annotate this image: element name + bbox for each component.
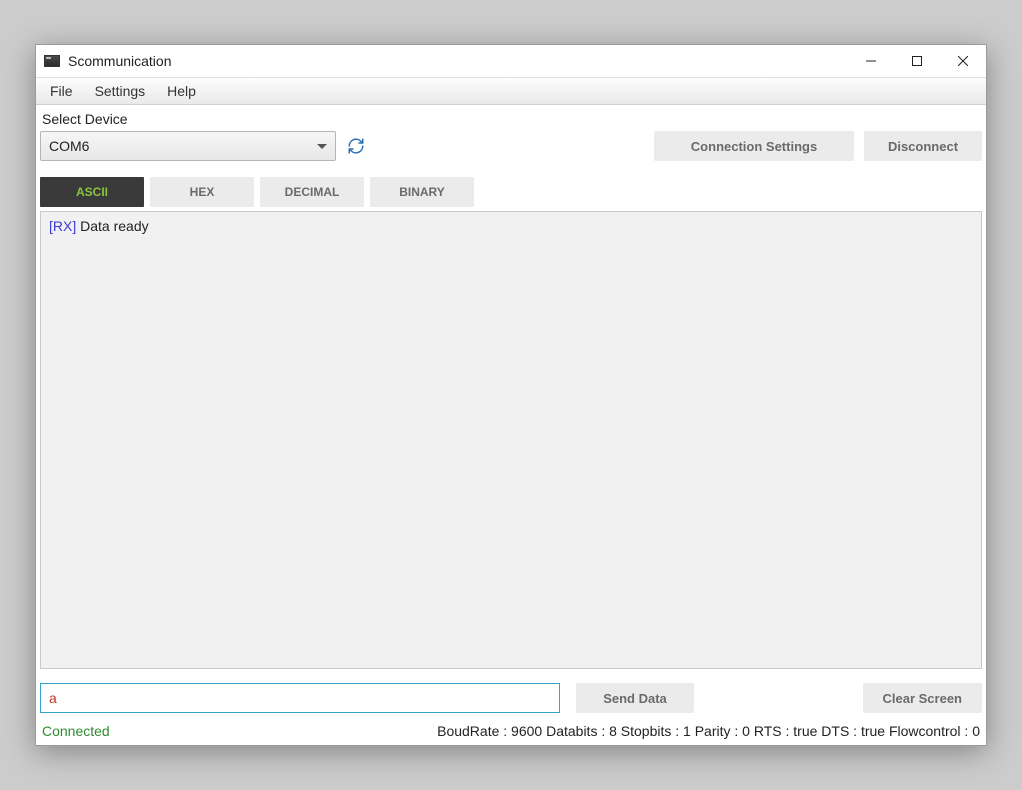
maximize-button[interactable]	[894, 45, 940, 77]
select-device-label: Select Device	[40, 109, 982, 131]
connection-detail: BoudRate : 9600 Databits : 8 Stopbits : …	[437, 723, 980, 739]
rx-tag: [RX]	[49, 218, 76, 234]
titlebar: Scommunication	[36, 45, 986, 77]
menu-file[interactable]: File	[50, 83, 73, 99]
device-combobox[interactable]: COM6	[40, 131, 336, 161]
terminal-line: Data ready	[80, 218, 148, 234]
tab-ascii[interactable]: ASCII	[40, 177, 144, 207]
menubar: File Settings Help	[36, 77, 986, 105]
terminal-output[interactable]: [RX] Data ready	[40, 211, 982, 669]
send-row: Send Data Clear Screen	[40, 683, 982, 713]
device-selected: COM6	[49, 138, 89, 154]
disconnect-button[interactable]: Disconnect	[864, 131, 982, 161]
format-tabs: ASCII HEX DECIMAL BINARY	[40, 177, 982, 207]
app-window: Scommunication File Settings Help Select…	[35, 44, 987, 746]
connection-status: Connected	[42, 723, 110, 739]
maximize-icon	[912, 56, 922, 66]
send-data-button[interactable]: Send Data	[576, 683, 694, 713]
tab-hex[interactable]: HEX	[150, 177, 254, 207]
clear-screen-button[interactable]: Clear Screen	[863, 683, 983, 713]
menu-help[interactable]: Help	[167, 83, 196, 99]
close-icon	[958, 56, 968, 66]
tab-decimal[interactable]: DECIMAL	[260, 177, 364, 207]
command-input[interactable]	[40, 683, 560, 713]
refresh-icon	[347, 137, 365, 155]
minimize-button[interactable]	[848, 45, 894, 77]
tab-binary[interactable]: BINARY	[370, 177, 474, 207]
refresh-button[interactable]	[346, 136, 366, 156]
minimize-icon	[866, 56, 876, 66]
device-row: COM6 Connection Settings Disconnect	[40, 131, 982, 161]
window-controls	[848, 45, 986, 77]
status-bar: Connected BoudRate : 9600 Databits : 8 S…	[40, 723, 982, 739]
content-area: Select Device COM6 Connection Settings D…	[36, 105, 986, 745]
connection-settings-button[interactable]: Connection Settings	[654, 131, 854, 161]
chevron-down-icon	[317, 144, 327, 149]
app-icon	[44, 55, 60, 67]
window-title: Scommunication	[68, 53, 172, 69]
menu-settings[interactable]: Settings	[95, 83, 146, 99]
close-button[interactable]	[940, 45, 986, 77]
